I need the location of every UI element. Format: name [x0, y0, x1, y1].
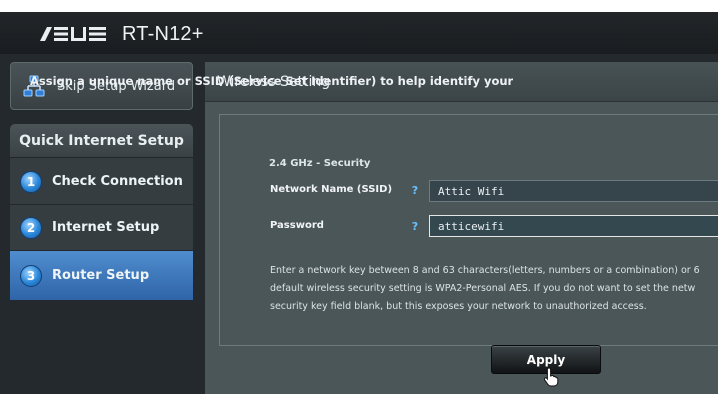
step-number-icon: 1	[20, 170, 42, 193]
step-router-setup[interactable]: 3 Router Setup	[10, 251, 193, 301]
ssid-input[interactable]: Attic Wifi	[429, 180, 718, 202]
password-help-icon[interactable]: ?	[409, 220, 421, 233]
ssid-help-icon[interactable]: ?	[409, 184, 421, 197]
note-line: default wireless security setting is WPA…	[270, 283, 696, 294]
password-input[interactable]: atticewifi	[429, 215, 718, 237]
band-heading: 2.4 GHz - Security	[269, 158, 371, 169]
asus-logo	[40, 27, 106, 41]
ssid-label: Network Name (SSID)	[270, 184, 393, 195]
note-line: security key field blank, but this expos…	[270, 301, 647, 312]
quick-setup-title: Quick Internet Setup	[10, 124, 193, 158]
quick-setup-panel: Quick Internet Setup 1 Check Connection …	[10, 124, 193, 301]
security-note: Enter a network key between 8 and 63 cha…	[270, 262, 718, 316]
step-number-icon: 3	[20, 264, 42, 287]
brand: RT-N12+	[38, 20, 204, 48]
note-line: Enter a network key between 8 and 63 cha…	[270, 265, 700, 276]
step-label: Router Setup	[52, 268, 150, 283]
router-setup-page: RT-N12+ Skip Setup Wizard Quick Internet…	[0, 0, 718, 394]
intro-text: Assign a unique name or SSID (Service Se…	[30, 74, 513, 88]
header-bar: RT-N12+	[0, 12, 718, 54]
step-label: Check Connection	[52, 174, 183, 189]
hand-cursor-icon	[543, 367, 559, 387]
step-internet-setup[interactable]: 2 Internet Setup	[10, 205, 193, 251]
step-number-icon: 2	[20, 216, 42, 239]
step-check-connection[interactable]: 1 Check Connection	[10, 159, 193, 205]
router-model: RT-N12+	[122, 22, 204, 45]
step-label: Internet Setup	[52, 220, 160, 235]
top-strip	[0, 0, 718, 12]
password-label: Password	[270, 220, 324, 231]
